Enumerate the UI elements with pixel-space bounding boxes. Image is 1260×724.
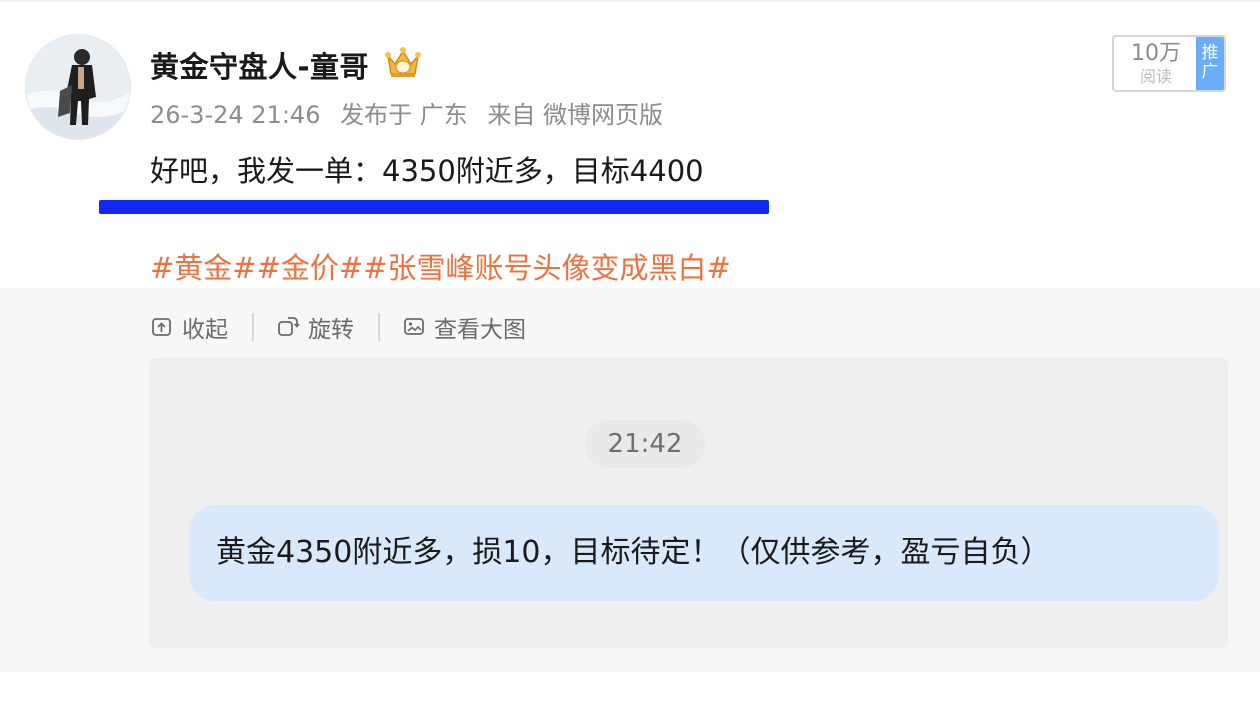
hashtag-links[interactable]: #黄金##金价##张雪峰账号头像变成黑白# — [150, 245, 731, 287]
top-divider — [0, 0, 1260, 2]
post-source: 来自 微博网页版 — [487, 101, 664, 129]
post-location: 发布于 广东 — [340, 101, 468, 129]
view-large-label: 查看大图 — [434, 317, 526, 343]
image-icon — [404, 318, 424, 335]
toolbar-divider — [378, 313, 380, 341]
collapse-button[interactable]: 收起 — [150, 310, 228, 344]
post-datetime[interactable]: 26-3-24 21:46 — [150, 101, 320, 129]
rotate-icon — [278, 317, 300, 336]
author-name[interactable]: 黄金守盘人-童哥 — [150, 44, 369, 86]
promo-label: 推广 — [1201, 43, 1219, 82]
chat-timestamp: 21:42 — [585, 420, 705, 468]
read-count: 10万 — [1131, 41, 1181, 66]
collapse-label: 收起 — [182, 317, 228, 343]
avatar-photo — [26, 35, 130, 139]
read-count-box: 10万 阅读 推广 — [1112, 35, 1226, 92]
weibo-post: 黄金守盘人-童哥 26-3-24 21:46 发布于 广东 来自 微博网页版 1… — [0, 0, 1260, 724]
promo-button[interactable]: 推广 — [1196, 37, 1224, 90]
view-large-button[interactable]: 查看大图 — [402, 310, 526, 344]
collapse-icon — [152, 318, 171, 336]
post-meta: 26-3-24 21:46 发布于 广东 来自 微博网页版 — [150, 95, 675, 130]
rotate-button[interactable]: 旋转 — [276, 310, 354, 344]
highlight-underline — [99, 200, 769, 214]
read-label: 阅读 — [1139, 67, 1172, 86]
post-text: 好吧，我发一单：4350附近多，目标4400 — [150, 154, 704, 188]
crown-icon — [384, 46, 422, 80]
post-image[interactable] — [149, 358, 1228, 648]
toolbar-divider — [252, 313, 254, 341]
rotate-label: 旋转 — [308, 317, 354, 343]
image-toolbar: 收起 旋转 查看大图 — [150, 310, 526, 344]
avatar[interactable] — [25, 34, 131, 140]
chat-message-bubble: 黄金4350附近多，损10，目标待定！（仅供参考，盈亏自负） — [189, 505, 1219, 601]
